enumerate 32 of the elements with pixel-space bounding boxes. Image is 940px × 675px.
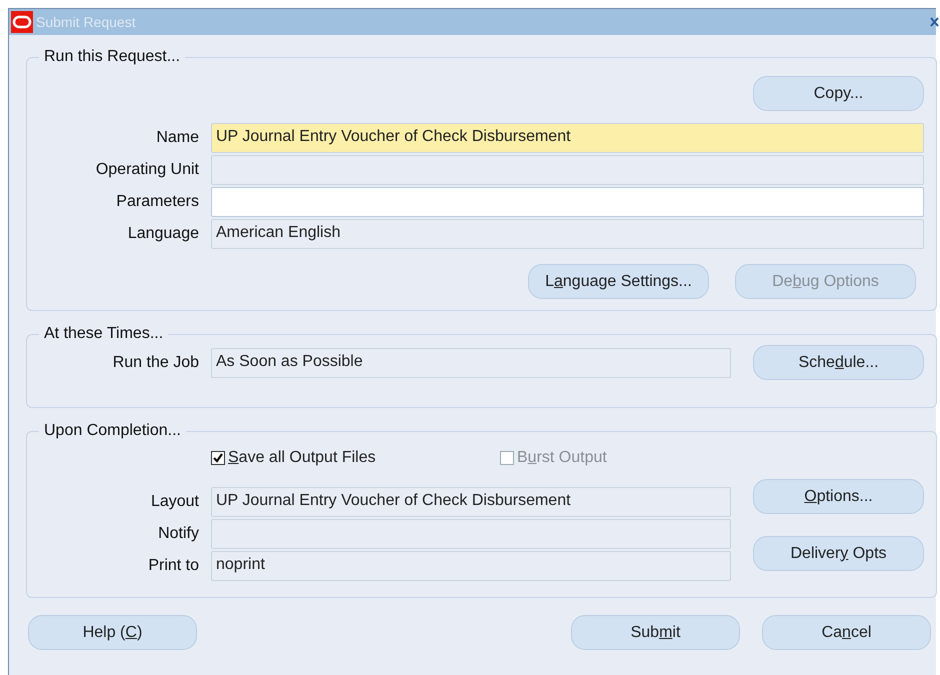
field-label: Layout bbox=[150, 493, 199, 511]
field-label: Notify bbox=[157, 525, 199, 543]
group-legend: At these Times... bbox=[39, 325, 168, 343]
group-legend: Upon Completion... bbox=[39, 422, 186, 440]
input-field[interactable] bbox=[211, 187, 924, 217]
input-field[interactable]: UP Journal Entry Voucher of Check Disbursement bbox=[211, 487, 731, 517]
field-label: Operating Unit bbox=[94, 161, 199, 179]
input-field[interactable]: UP Journal Entry Voucher of Check Disbursement bbox=[211, 123, 924, 153]
input-field[interactable] bbox=[211, 155, 924, 185]
input-field[interactable] bbox=[211, 519, 731, 549]
cancel-button[interactable]: Cancel bbox=[762, 615, 931, 650]
copy-button[interactable]: Copy... bbox=[753, 76, 924, 111]
options-button[interactable]: Options... bbox=[753, 479, 924, 514]
input-field[interactable]: As Soon as Possible bbox=[211, 348, 731, 378]
field-label: Name bbox=[155, 129, 199, 147]
submit-button[interactable]: Submit bbox=[571, 615, 740, 650]
group-legend: Run this Request... bbox=[39, 48, 186, 66]
field-label: Run the Job bbox=[112, 354, 199, 372]
language-settings-button[interactable]: Language Settings... bbox=[528, 264, 709, 299]
check-mark-icon bbox=[213, 453, 223, 463]
field-label: Parameters bbox=[115, 193, 199, 211]
field-label: Language bbox=[126, 225, 199, 243]
window-title: Submit Request bbox=[36, 14, 136, 30]
input-field[interactable]: American English bbox=[211, 219, 924, 249]
checkbox[interactable]: Save all Output Files bbox=[211, 446, 500, 470]
app-logo-icon bbox=[11, 11, 33, 33]
schedule-button[interactable]: Schedule... bbox=[753, 345, 924, 380]
close-icon[interactable] bbox=[930, 16, 939, 28]
help-button[interactable]: Help (C) bbox=[28, 615, 197, 650]
delivery-options-button[interactable]: Delivery Opts bbox=[753, 536, 924, 571]
field-label: Print to bbox=[147, 557, 199, 575]
input-field[interactable]: noprint bbox=[211, 551, 731, 581]
